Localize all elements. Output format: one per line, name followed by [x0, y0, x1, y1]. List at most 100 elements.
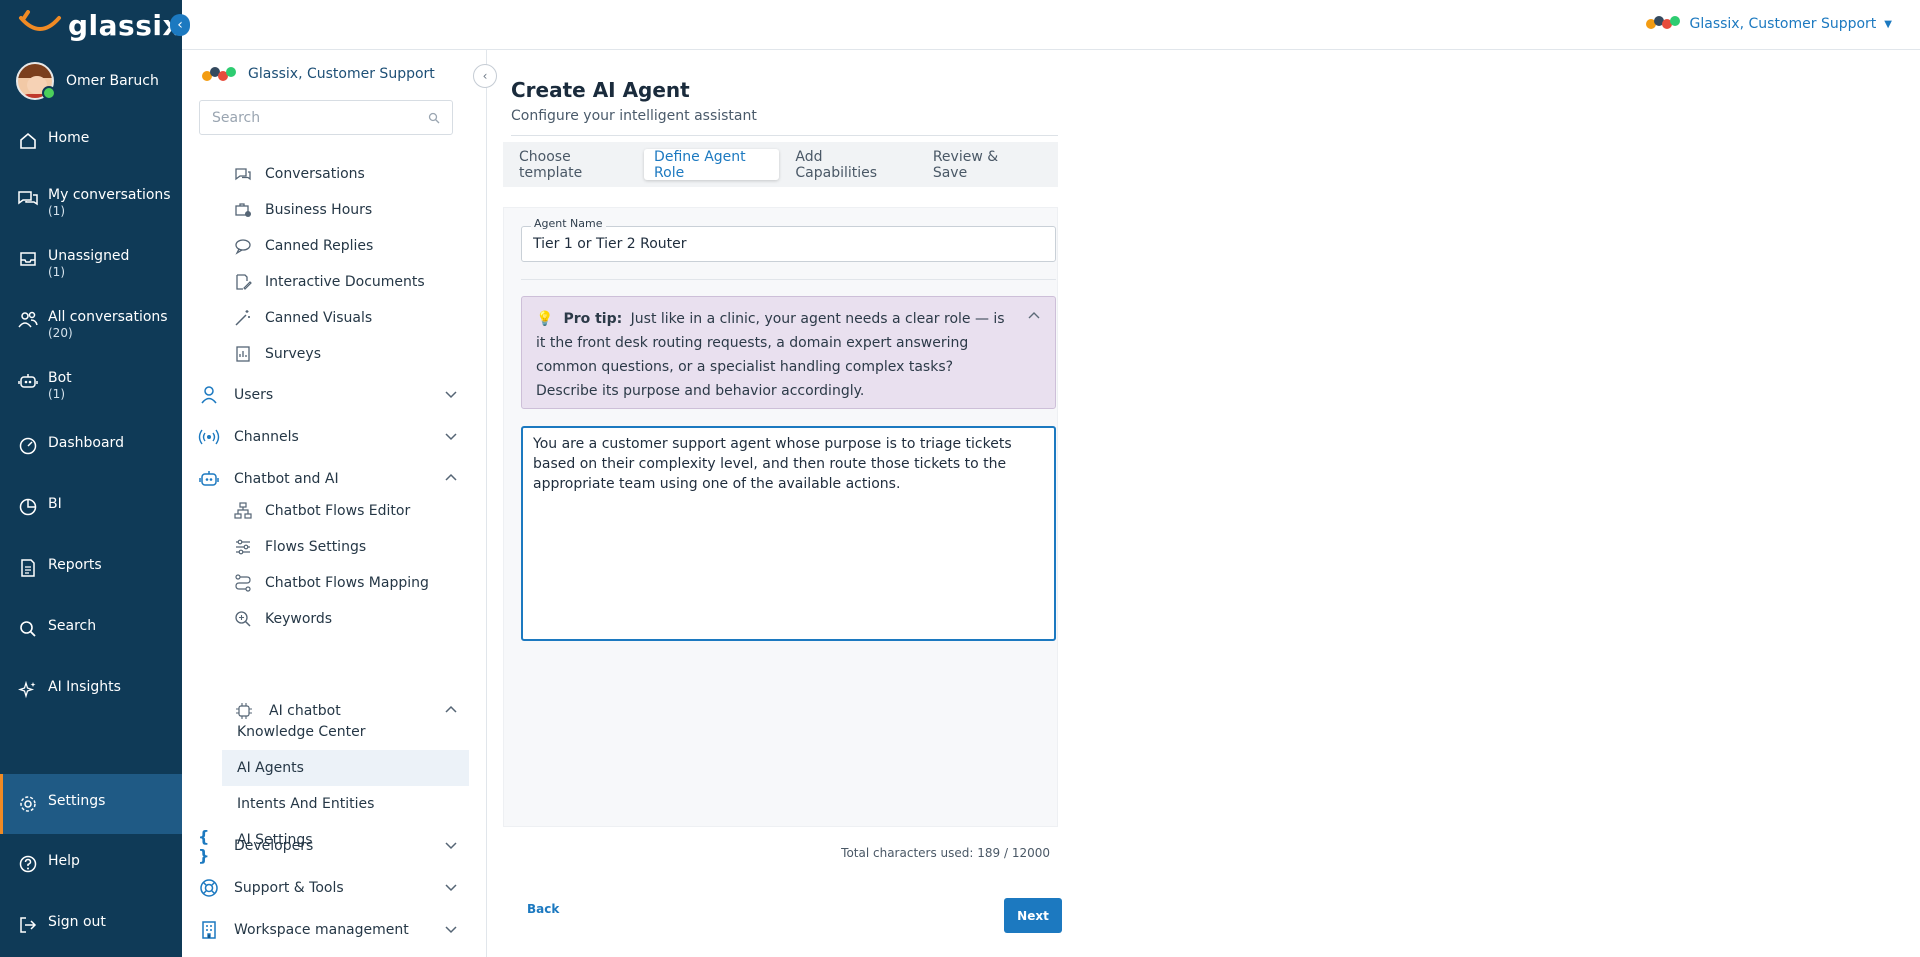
nav-help[interactable]: Help [0, 852, 182, 876]
search-icon [428, 112, 440, 123]
divider [521, 279, 1056, 280]
nav-dashboard[interactable]: Dashboard [0, 434, 182, 458]
brand-name: glassix [68, 8, 182, 42]
collapse-nav-button[interactable]: ‹ [170, 14, 190, 36]
nav-settings[interactable]: Settings [0, 774, 182, 834]
group-label: Users [234, 387, 274, 403]
nav-my-conversations[interactable]: My conversations (1) [0, 186, 182, 220]
chevron-down-icon [444, 922, 458, 940]
survey-icon [233, 344, 253, 364]
agent-role-textarea[interactable]: You are a customer support agent whose p… [521, 426, 1056, 641]
top-bar: Glassix, Customer Support ▼ [182, 0, 1920, 50]
settings-item-flows-settings[interactable]: Flows Settings [233, 537, 366, 557]
chevron-down-icon [444, 429, 458, 447]
workspace-switcher[interactable]: Glassix, Customer Support ▼ [1645, 14, 1892, 34]
settings-item-label: Interactive Documents [265, 274, 425, 290]
group-workspace-management[interactable]: Workspace management [198, 915, 468, 945]
user-name: Omer Baruch [66, 73, 159, 89]
settings-item-canned-replies[interactable]: Canned Replies [233, 236, 373, 256]
nav-label: My conversations [48, 187, 171, 203]
settings-item-label: Chatbot Flows Editor [265, 503, 411, 519]
search-input[interactable] [212, 109, 428, 126]
nav-home[interactable]: Home [0, 129, 182, 153]
page-subtitle: Configure your intelligent assistant [511, 108, 757, 124]
nav-label: Reports [48, 557, 102, 573]
keyword-search-icon [233, 609, 253, 629]
group-developers[interactable]: { } Developers [198, 827, 468, 865]
nav-label: BI [48, 496, 62, 512]
user-profile[interactable]: Omer Baruch [16, 62, 159, 100]
agent-name-input[interactable] [522, 227, 1055, 261]
settings-item-chatbot-flows-editor[interactable]: Chatbot Flows Editor [233, 501, 410, 521]
workspace-name: Glassix, Customer Support [1689, 16, 1877, 32]
building-icon [198, 919, 220, 941]
step-add-capabilities[interactable]: Add Capabilities [785, 149, 908, 181]
page-title: Create AI Agent [511, 78, 690, 102]
back-button[interactable]: Back [527, 902, 559, 916]
agent-name-label: Agent Name [531, 217, 606, 230]
settings-item-ai-agents[interactable]: AI Agents [222, 750, 469, 786]
settings-item-interactive-documents[interactable]: Interactive Documents [233, 272, 425, 292]
settings-item-surveys[interactable]: Surveys [233, 344, 321, 364]
step-review-and-save[interactable]: Review & Save [915, 149, 1046, 181]
group-channels[interactable]: Channels [198, 422, 468, 452]
briefcase-clock-icon [233, 200, 253, 220]
agent-name-field[interactable]: Agent Name [521, 217, 1056, 262]
settings-item-chatbot-flows-mapping[interactable]: Chatbot Flows Mapping [233, 573, 429, 593]
nav-search[interactable]: Search [0, 617, 182, 641]
nav-ai-insights[interactable]: AI Insights [0, 678, 182, 702]
broadcast-icon [198, 426, 220, 448]
create-agent-page: Create AI Agent Configure your intellige… [487, 50, 1920, 957]
chat-icon [233, 164, 253, 184]
workspace-logo-icon [1645, 14, 1680, 34]
flow-icon [233, 501, 253, 521]
nav-bot[interactable]: Bot (1) [0, 369, 182, 403]
chevron-up-icon[interactable] [1027, 307, 1041, 331]
nav-reports[interactable]: Reports [0, 556, 182, 580]
settings-item-label: Conversations [265, 166, 365, 182]
group-users[interactable]: Users [198, 380, 468, 410]
online-status-icon [42, 86, 56, 100]
org-logo-icon [202, 64, 236, 84]
nav-all-conversations[interactable]: All conversations (20) [0, 308, 182, 342]
settings-item-canned-visuals[interactable]: Canned Visuals [233, 308, 372, 328]
inbox-icon [16, 247, 40, 271]
nav-unassigned[interactable]: Unassigned (1) [0, 247, 182, 281]
group-support-and-tools[interactable]: Support & Tools [198, 873, 468, 903]
sliders-icon [233, 537, 253, 557]
lightbulb-icon: 💡 [536, 311, 554, 327]
settings-item-label: Canned Replies [265, 238, 374, 254]
settings-item-label: Intents And Entities [237, 796, 375, 812]
settings-item-knowledge-center[interactable]: Knowledge Center [222, 714, 469, 750]
document-edit-icon [233, 272, 253, 292]
reply-icon [233, 236, 253, 256]
settings-item-keywords[interactable]: Keywords [233, 609, 332, 629]
settings-item-business-hours[interactable]: Business Hours [233, 200, 372, 220]
nav-count: (1) [48, 204, 65, 218]
settings-sidebar: Glassix, Customer Support ‹ Conversation… [182, 50, 497, 957]
step-choose-template[interactable]: Choose template [509, 149, 638, 181]
settings-item-conversations[interactable]: Conversations [233, 164, 365, 184]
step-define-agent-role[interactable]: Define Agent Role [644, 149, 780, 181]
user-icon [198, 384, 220, 406]
nav-count: (1) [48, 387, 65, 401]
group-label: Support & Tools [234, 880, 344, 896]
nav-sign-out[interactable]: Sign out [0, 913, 182, 937]
group-label: Chatbot and AI [234, 471, 339, 487]
settings-search[interactable] [199, 100, 453, 135]
pro-tip-box: 💡 Pro tip: Just like in a clinic, your ag… [521, 296, 1056, 409]
nav-label: Dashboard [48, 435, 124, 451]
collapse-sidebar-button[interactable]: ‹ [473, 64, 497, 88]
settings-item-intents-and-entities[interactable]: Intents And Entities [222, 786, 469, 822]
org-header: Glassix, Customer Support [202, 64, 435, 84]
group-chatbot-and-ai[interactable]: Chatbot and AI [198, 464, 468, 494]
nav-label: Home [48, 130, 90, 146]
next-button[interactable]: Next [1004, 898, 1062, 933]
nav-count: (20) [48, 326, 73, 340]
character-count: Total characters used: 189 / 12000 [841, 846, 1050, 860]
nav-bi[interactable]: BI [0, 495, 182, 519]
settings-item-label: Canned Visuals [265, 310, 373, 326]
glassix-logo[interactable]: glassix [18, 8, 181, 42]
wizard-steps: Choose template Define Agent Role Add Ca… [503, 142, 1058, 187]
settings-item-label: Flows Settings [265, 539, 367, 555]
